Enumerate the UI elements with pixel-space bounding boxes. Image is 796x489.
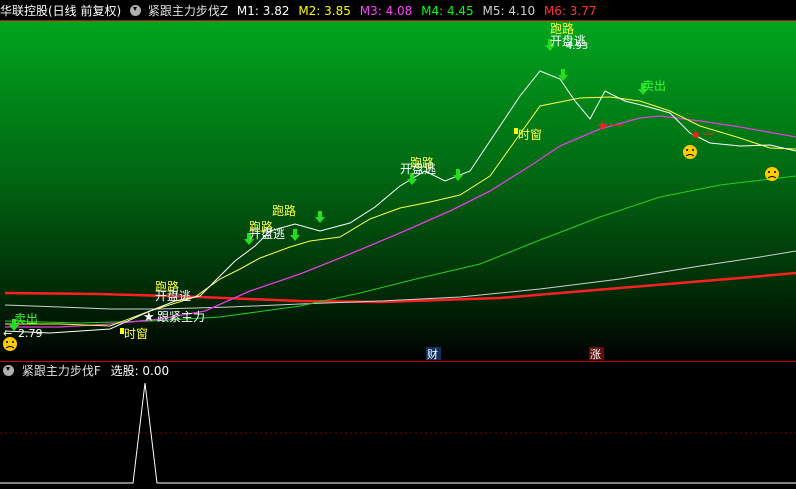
- low-price-label: 2.79: [18, 327, 43, 340]
- down-arrow-icon: [315, 211, 325, 223]
- m5-line: [4, 250, 796, 310]
- sad-face-icon: [765, 167, 779, 181]
- indicator-m4: M4: 4.45: [421, 4, 474, 18]
- indicator-m6: M6: 3.77: [543, 4, 597, 18]
- down-arrow-icon: [290, 229, 300, 241]
- stock-title: 华联控股(日线 前复权): [0, 4, 122, 18]
- panel-divider: [0, 361, 796, 362]
- shichuang-label: 时窗: [124, 327, 148, 341]
- down-arrow-icon: [453, 169, 463, 181]
- indicator-formula-name[interactable]: 紧跟主力步伐F: [22, 364, 101, 378]
- top-value-label: 4.93: [566, 41, 588, 52]
- paolu-label: 跑路: [272, 203, 296, 218]
- genjin-label: 跟紧主力: [157, 310, 205, 324]
- finance-badge[interactable]: 财: [426, 347, 441, 361]
- maichu-label: 卖出: [642, 79, 666, 93]
- indicator-m2: M2: 3.85: [298, 4, 351, 18]
- svg-text:涨: 涨: [590, 348, 601, 361]
- kaipan-label: 开盘逃: [155, 288, 191, 303]
- svg-text:财: 财: [427, 347, 438, 361]
- indicator-m1: M1: 3.82: [236, 4, 290, 18]
- main-chart-header: 华联控股(日线 前复权) 紧跟主力步伐Z M1: 3.82 M2: 3.85 M…: [0, 2, 796, 20]
- main-price-chart[interactable]: 跑路 跑路 开盘逃 跑路 开盘逃 跑路 开盘逃 4.93 跑路 开盘逃 卖出 卖…: [0, 21, 796, 361]
- red-star-icon: ★: [690, 128, 702, 143]
- formula-dropdown-icon[interactable]: [3, 365, 14, 376]
- red-star-icon: ★: [597, 119, 609, 134]
- kaipan-label: 开盘逃: [249, 226, 285, 241]
- kaipan-label: 开盘逃: [400, 161, 436, 176]
- indicator-panel-header: 紧跟主力步伐F 选股: 0.00: [0, 363, 169, 379]
- m2-line: [5, 96, 796, 327]
- indicator-m5: M5: 4.10: [482, 4, 536, 18]
- formula-dropdown-icon[interactable]: [130, 5, 142, 16]
- xuangu-label: 选股: 0.00: [110, 364, 170, 378]
- sad-face-icon: [3, 337, 17, 351]
- maichu-label: 卖出: [14, 312, 38, 326]
- indicator-chart[interactable]: [0, 379, 796, 489]
- formula-name[interactable]: 紧跟主力步伐Z: [148, 4, 228, 18]
- star-icon: ★: [143, 310, 155, 325]
- shichuang-label: 时窗: [518, 128, 542, 142]
- indicator-m3: M3: 4.08: [359, 4, 413, 18]
- chart-window: 华联控股(日线 前复权) 紧跟主力步伐Z M1: 3.82 M2: 3.85 M…: [0, 0, 796, 489]
- limit-up-badge[interactable]: 涨: [589, 347, 604, 361]
- sad-face-icon: [683, 145, 697, 159]
- m6-line: [4, 271, 796, 304]
